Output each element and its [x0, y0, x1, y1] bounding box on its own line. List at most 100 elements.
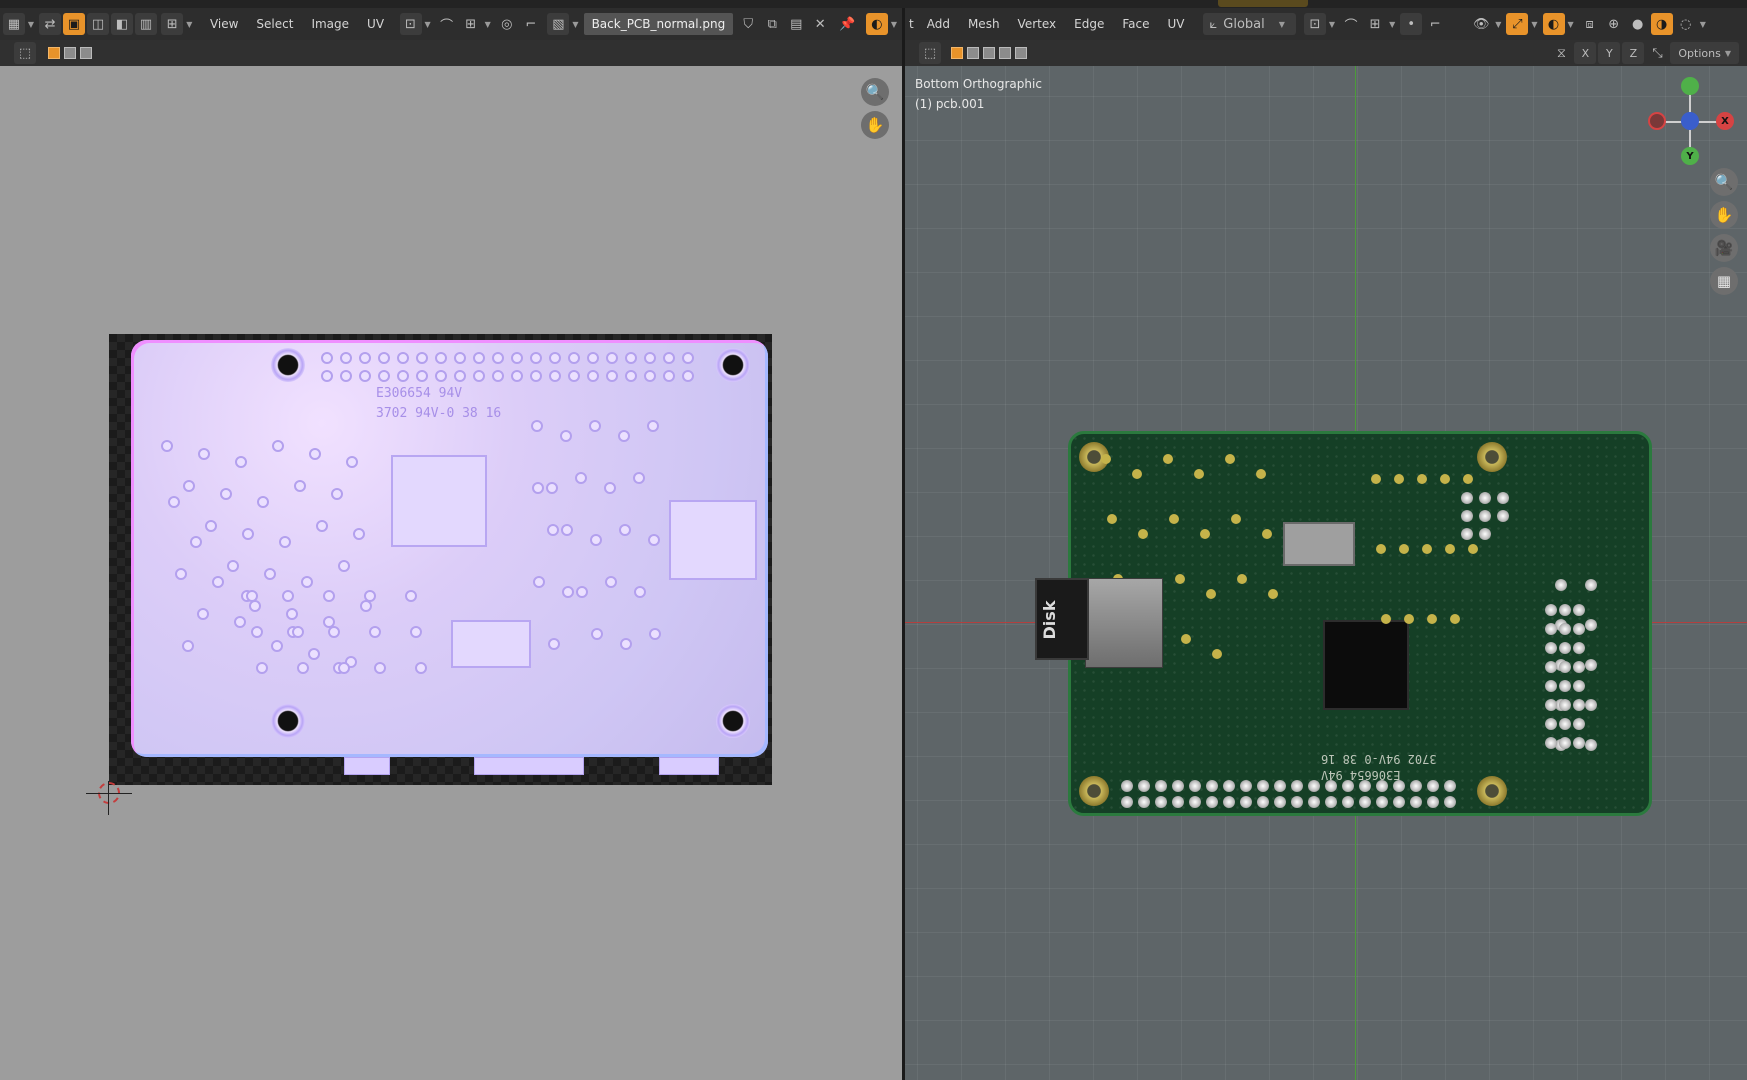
sync-selection-icon[interactable]: ⊞ [161, 13, 184, 35]
new-image-icon[interactable]: ⧉ [761, 13, 783, 35]
select-mode-edge-icon[interactable]: ◫ [87, 13, 110, 35]
chevron-down-icon[interactable]: ▼ [1568, 20, 1574, 29]
pan-hand-icon[interactable]: ✋ [1710, 201, 1738, 229]
smd-pad [576, 586, 588, 598]
shading-rendered-icon[interactable]: ◌ [1675, 13, 1697, 35]
select-intersect-mode-icon[interactable] [1015, 47, 1027, 59]
shading-wireframe-icon[interactable]: ⊕ [1603, 13, 1625, 35]
chevron-down-icon[interactable]: ▼ [186, 20, 192, 29]
snap-icon[interactable]: ⌒ [1340, 13, 1362, 35]
snap-target-icon[interactable]: ⊞ [1364, 13, 1386, 35]
gpio-pad [1223, 780, 1235, 792]
chevron-down-icon[interactable]: ▼ [572, 20, 578, 29]
menu-face[interactable]: Face [1113, 13, 1158, 35]
editor-type-icon[interactable]: ▦ [2, 13, 25, 35]
menu-vertex[interactable]: Vertex [1009, 13, 1066, 35]
sticky-selection-icon[interactable]: ⇄ [39, 13, 62, 35]
chevron-down-icon[interactable]: ▼ [1389, 20, 1395, 29]
smd-pad [1256, 469, 1266, 479]
select-tool-icon[interactable]: ⬚ [919, 42, 941, 64]
smd-pad [328, 626, 340, 638]
overlays-icon[interactable]: ◐ [865, 13, 888, 35]
select-subtract-mode-icon[interactable] [80, 47, 92, 59]
chevron-down-icon[interactable]: ▼ [485, 20, 491, 29]
menu-uv[interactable]: UV [1158, 13, 1193, 35]
auto-merge-icon[interactable]: ⤡ [1646, 42, 1668, 64]
xray-toggle-icon[interactable]: ⧈ [1579, 13, 1601, 35]
transform-orientation-dropdown[interactable]: ⟀ Global ▼ [1203, 13, 1296, 35]
fake-user-shield-icon[interactable]: ⛉ [737, 13, 759, 35]
proportional-editing-icon[interactable]: ◎ [496, 13, 518, 35]
image-name-field[interactable]: Back_PCB_normal.png [583, 13, 734, 35]
menu-add[interactable]: Add [918, 13, 959, 35]
select-extend-mode-icon[interactable] [64, 47, 76, 59]
smd-pad [1545, 623, 1557, 635]
zoom-icon[interactable]: 🔍 [861, 78, 889, 106]
snap-icon[interactable]: ⌒ [436, 13, 458, 35]
gizmo-x-icon[interactable]: X [1716, 112, 1734, 130]
gizmo-y-icon[interactable]: Y [1681, 147, 1699, 165]
smd-pad [1479, 510, 1491, 522]
open-image-icon[interactable]: ▤ [785, 13, 807, 35]
gizmo-x-neg-icon[interactable] [1648, 112, 1666, 130]
shading-material-icon[interactable]: ◑ [1650, 13, 1673, 35]
pin-icon[interactable]: 📌 [836, 13, 858, 35]
camera-view-icon[interactable]: 🎥 [1710, 234, 1738, 262]
menu-view[interactable]: View [201, 13, 247, 35]
select-invert-mode-icon[interactable] [999, 47, 1011, 59]
proportional-editing-icon[interactable]: • [1400, 13, 1423, 35]
snap-target-icon[interactable]: ⊞ [460, 13, 482, 35]
smd-pad [175, 568, 187, 580]
overlays-icon[interactable]: ◐ [1542, 13, 1565, 35]
select-extend-mode-icon[interactable] [967, 47, 979, 59]
mirror-z-button[interactable]: Z [1622, 42, 1645, 64]
select-set-mode-icon[interactable] [48, 47, 60, 59]
select-mode-island-icon[interactable]: ▥ [135, 13, 158, 35]
select-mode-vertex-icon[interactable]: ▣ [63, 13, 86, 35]
menu-image[interactable]: Image [302, 13, 358, 35]
menu-edge[interactable]: Edge [1065, 13, 1113, 35]
select-set-mode-icon[interactable] [951, 47, 963, 59]
menu-select-partial[interactable]: t [905, 13, 918, 35]
select-subtract-mode-icon[interactable] [983, 47, 995, 59]
shading-solid-icon[interactable]: ● [1627, 13, 1649, 35]
gpio-pad [663, 352, 675, 364]
menu-uv[interactable]: UV [358, 13, 393, 35]
workspace-tab-active[interactable] [1218, 0, 1308, 7]
gizmo-toggle-icon[interactable]: ⤢ [1506, 13, 1529, 35]
options-dropdown[interactable]: Options ▼ [1670, 42, 1739, 64]
smd-pad [1559, 623, 1571, 635]
chevron-down-icon[interactable]: ▼ [891, 20, 897, 29]
image-canvas[interactable]: E306654 94V 3702 94V-0 38 16 [109, 334, 772, 785]
board-print-line2: 3702 94V-0 38 16 [1321, 752, 1437, 766]
menu-select[interactable]: Select [247, 13, 302, 35]
falloff-icon[interactable]: ⌐ [1424, 13, 1446, 35]
chevron-down-icon[interactable]: ▼ [425, 20, 431, 29]
select-mode-face-icon[interactable]: ◧ [111, 13, 134, 35]
chevron-down-icon[interactable]: ▼ [1700, 20, 1706, 29]
pivot-point-icon[interactable]: ⊡ [1303, 13, 1326, 35]
zoom-icon[interactable]: 🔍 [1710, 168, 1738, 196]
mirror-axis-icon[interactable]: ⧖ [1550, 42, 1572, 64]
chevron-down-icon[interactable]: ▼ [1495, 20, 1501, 29]
chevron-down-icon[interactable]: ▼ [1329, 20, 1335, 29]
chevron-down-icon[interactable]: ▼ [1531, 20, 1537, 29]
smd-pad [286, 608, 298, 620]
gpio-pad [473, 370, 485, 382]
menu-mesh[interactable]: Mesh [959, 13, 1009, 35]
select-tool-icon[interactable]: ⬚ [14, 42, 36, 64]
mirror-y-button[interactable]: Y [1598, 42, 1621, 64]
gizmo-z-icon[interactable] [1681, 77, 1699, 95]
image-browse-icon[interactable]: ▧ [547, 13, 570, 35]
unlink-image-close-icon[interactable]: ✕ [809, 13, 831, 35]
chevron-down-icon[interactable]: ▼ [28, 20, 34, 29]
falloff-icon[interactable]: ⌐ [520, 13, 542, 35]
ortho-grid-icon[interactable]: ▦ [1710, 267, 1738, 295]
pivot-point-icon[interactable]: ⊡ [399, 13, 422, 35]
gpio-pad [1376, 780, 1388, 792]
visibility-eye-icon[interactable]: 👁 [1470, 13, 1492, 35]
gizmo-z-neg-icon[interactable] [1681, 112, 1699, 130]
mirror-x-button[interactable]: X [1574, 42, 1597, 64]
object-name-label: (1) pcb.001 [915, 97, 985, 111]
pan-hand-icon[interactable]: ✋ [861, 111, 889, 139]
